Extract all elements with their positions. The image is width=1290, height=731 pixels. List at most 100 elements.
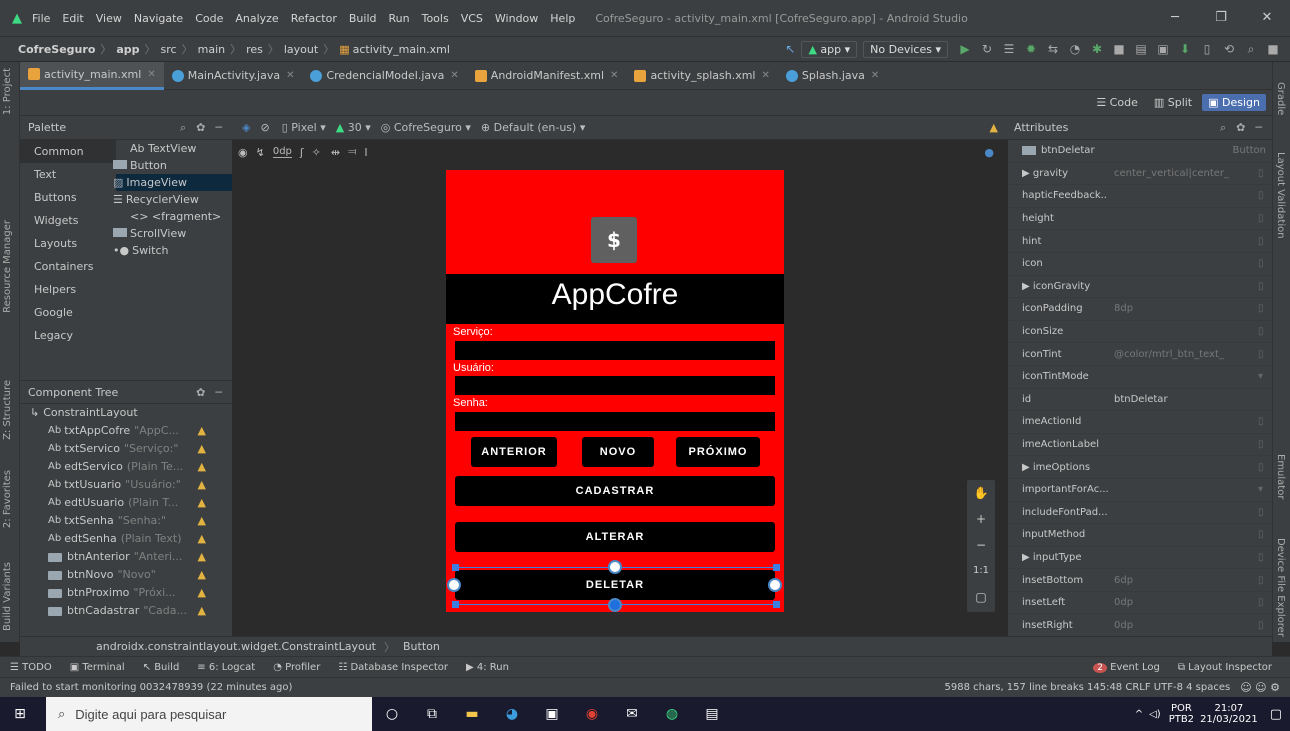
resize-handle[interactable] — [452, 601, 459, 608]
minimize-panel-icon[interactable]: ─ — [215, 386, 222, 399]
event-log-button[interactable]: 2 Event Log — [1093, 662, 1160, 673]
constraint-handle-bottom[interactable] — [608, 598, 622, 612]
anterior-button[interactable]: ANTERIOR — [471, 437, 557, 467]
tree-row[interactable]: Ab txtUsuario "Usuário:" ▲ — [20, 476, 232, 494]
tool-layout-validation[interactable]: Layout Validation — [1275, 152, 1286, 239]
tool-emulator[interactable]: Emulator — [1275, 454, 1286, 499]
deletar-button[interactable]: DELETAR — [455, 570, 775, 600]
tool-terminal[interactable]: ▣ Terminal — [70, 662, 125, 673]
align-icon[interactable]: ⫤ — [348, 145, 356, 159]
avatar-icon[interactable]: ■ — [1262, 42, 1284, 56]
palette-category-google[interactable]: Google — [20, 301, 116, 324]
search-icon[interactable]: ⌕ — [180, 121, 186, 135]
gear-icon[interactable]: ✿ — [196, 386, 205, 399]
file-explorer-icon[interactable]: ▬ — [452, 697, 492, 731]
palette-item-button[interactable]: Button — [113, 157, 232, 174]
attribute-row[interactable]: id btnDeletar — [1008, 389, 1272, 412]
notification-center-icon[interactable]: ▢ — [1270, 707, 1282, 722]
tree-row[interactable]: btnCadastrar "Cada... ▲ — [20, 602, 232, 620]
stop-icon[interactable]: ■ — [1108, 42, 1130, 56]
warning-icon[interactable]: ▲ — [198, 440, 206, 458]
tool-profiler[interactable]: ◔ Profiler — [273, 662, 320, 673]
crumb-file[interactable]: activity_main.xml — [353, 43, 450, 56]
clock[interactable]: 21:07 21/03/2021 — [1200, 703, 1258, 725]
breadcrumb-parent[interactable]: androidx.constraintlayout.widget.Constra… — [96, 640, 376, 653]
palette-item-fragment[interactable]: <> <fragment> — [116, 208, 232, 225]
menu-refactor[interactable]: Refactor — [291, 12, 337, 25]
novo-button[interactable]: NOVO — [582, 437, 654, 467]
input-senha[interactable] — [455, 412, 775, 431]
task-view-icon[interactable]: ⧉ — [412, 697, 452, 731]
tab-android-manifest[interactable]: AndroidManifest.xml ✕ — [467, 62, 627, 90]
tab-splash[interactable]: Splash.java ✕ — [778, 62, 887, 90]
tool-build[interactable]: ↖ Build — [143, 662, 180, 673]
api-select[interactable]: ▲ 30 ▾ — [336, 121, 371, 134]
warning-icon[interactable]: ▲ — [198, 530, 206, 548]
restore-icon[interactable]: ❐ — [1198, 0, 1244, 36]
crumb-layout[interactable]: layout — [284, 43, 318, 56]
palette-category-common[interactable]: Common — [20, 140, 116, 163]
tab-activity-main[interactable]: activity_main.xml ✕ — [20, 61, 164, 90]
warning-icon[interactable]: ▲ — [198, 584, 206, 602]
attribute-row[interactable]: importantForAc... ▾ — [1008, 479, 1272, 502]
palette-category-legacy[interactable]: Legacy — [20, 324, 116, 347]
volume-icon[interactable]: ◁) — [1149, 709, 1161, 720]
coverage-icon[interactable]: ✱ — [1086, 42, 1108, 56]
tree-row[interactable]: Ab txtServico "Serviço:" ▲ — [20, 440, 232, 458]
menu-code[interactable]: Code — [195, 12, 223, 25]
apply-changes-icon[interactable]: ↻ — [976, 42, 998, 56]
attribute-row[interactable]: iconTintMode ▾ — [1008, 366, 1272, 389]
palette-category-containers[interactable]: Containers — [20, 255, 116, 278]
view-code-button[interactable]: ☰ Code — [1090, 94, 1144, 111]
menu-help[interactable]: Help — [550, 12, 575, 25]
attribute-value[interactable]: 0dp — [1108, 597, 1258, 608]
run-config-select[interactable]: ▲ app ▾ — [801, 40, 858, 58]
constraint-handle-top[interactable] — [608, 560, 622, 574]
info-icon[interactable]: ● — [984, 146, 994, 159]
theme-select[interactable]: ◎ CofreSeguro ▾ — [381, 121, 471, 134]
app-title-text[interactable]: AppCofre — [446, 278, 784, 312]
close-icon[interactable]: ✕ — [871, 70, 879, 81]
attribute-value[interactable]: @color/mtrl_btn_text_ — [1108, 349, 1258, 360]
gear-icon[interactable]: ✿ — [196, 121, 205, 135]
tool-resource-manager[interactable]: Resource Manager — [2, 220, 13, 313]
menu-file[interactable]: File — [32, 12, 50, 25]
baseline-icon[interactable]: I — [364, 146, 367, 159]
attribute-row[interactable]: ▶ gravity center_vertical|center_ ▯ — [1008, 163, 1272, 186]
palette-item-textview[interactable]: Ab TextView — [116, 140, 232, 157]
input-usuario[interactable] — [455, 376, 775, 395]
tool-favorites[interactable]: 2: Favorites — [2, 470, 13, 528]
notepad-icon[interactable]: ▤ — [692, 697, 732, 731]
palette-category-text[interactable]: Text — [20, 163, 116, 186]
attribute-row[interactable]: hapticFeedback... ▯ — [1008, 185, 1272, 208]
attribute-row[interactable]: hint ▯ — [1008, 230, 1272, 253]
resize-handle[interactable] — [452, 564, 459, 571]
windows-start-icon[interactable]: ⊞ — [0, 697, 40, 731]
palette-item-recyclerview[interactable]: ☰ RecyclerView — [113, 191, 232, 208]
menu-view[interactable]: View — [96, 12, 122, 25]
gear-icon[interactable]: ✿ — [1236, 121, 1245, 135]
crumb-main[interactable]: main — [198, 43, 225, 56]
design-blueprint-icon[interactable]: ◈ — [242, 121, 250, 134]
run-icon[interactable]: ▶ — [954, 42, 976, 56]
label-senha[interactable]: Senha: — [453, 397, 488, 409]
edge-icon[interactable]: ◕ — [492, 697, 532, 731]
tree-root[interactable]: ↳ ConstraintLayout — [20, 404, 232, 422]
minimize-icon[interactable]: ─ — [1152, 0, 1198, 36]
device-select[interactable]: No Devices ▾ — [863, 40, 948, 58]
orientation-icon[interactable]: ⊘ — [260, 121, 269, 134]
tree-row[interactable]: Ab txtSenha "Senha:" ▲ — [20, 512, 232, 530]
infer-constraints-icon[interactable]: ✧ — [312, 146, 321, 159]
attribute-row[interactable]: icon ▯ — [1008, 253, 1272, 276]
chrome-icon[interactable]: ◉ — [572, 697, 612, 731]
constraint-handle-left[interactable] — [447, 578, 461, 592]
close-icon[interactable]: ✕ — [286, 70, 294, 81]
tray-chevron-icon[interactable]: ^ — [1135, 709, 1143, 720]
device-manager-icon[interactable]: ▤ — [1130, 42, 1152, 56]
resize-handle[interactable] — [773, 601, 780, 608]
mail-icon[interactable]: ✉ — [612, 697, 652, 731]
pan-icon[interactable]: ✋ — [967, 480, 995, 506]
tree-row[interactable]: Ab edtUsuario (Plain T... ▲ — [20, 494, 232, 512]
menu-analyze[interactable]: Analyze — [235, 12, 278, 25]
search-icon[interactable]: ⌕ — [1220, 121, 1226, 135]
